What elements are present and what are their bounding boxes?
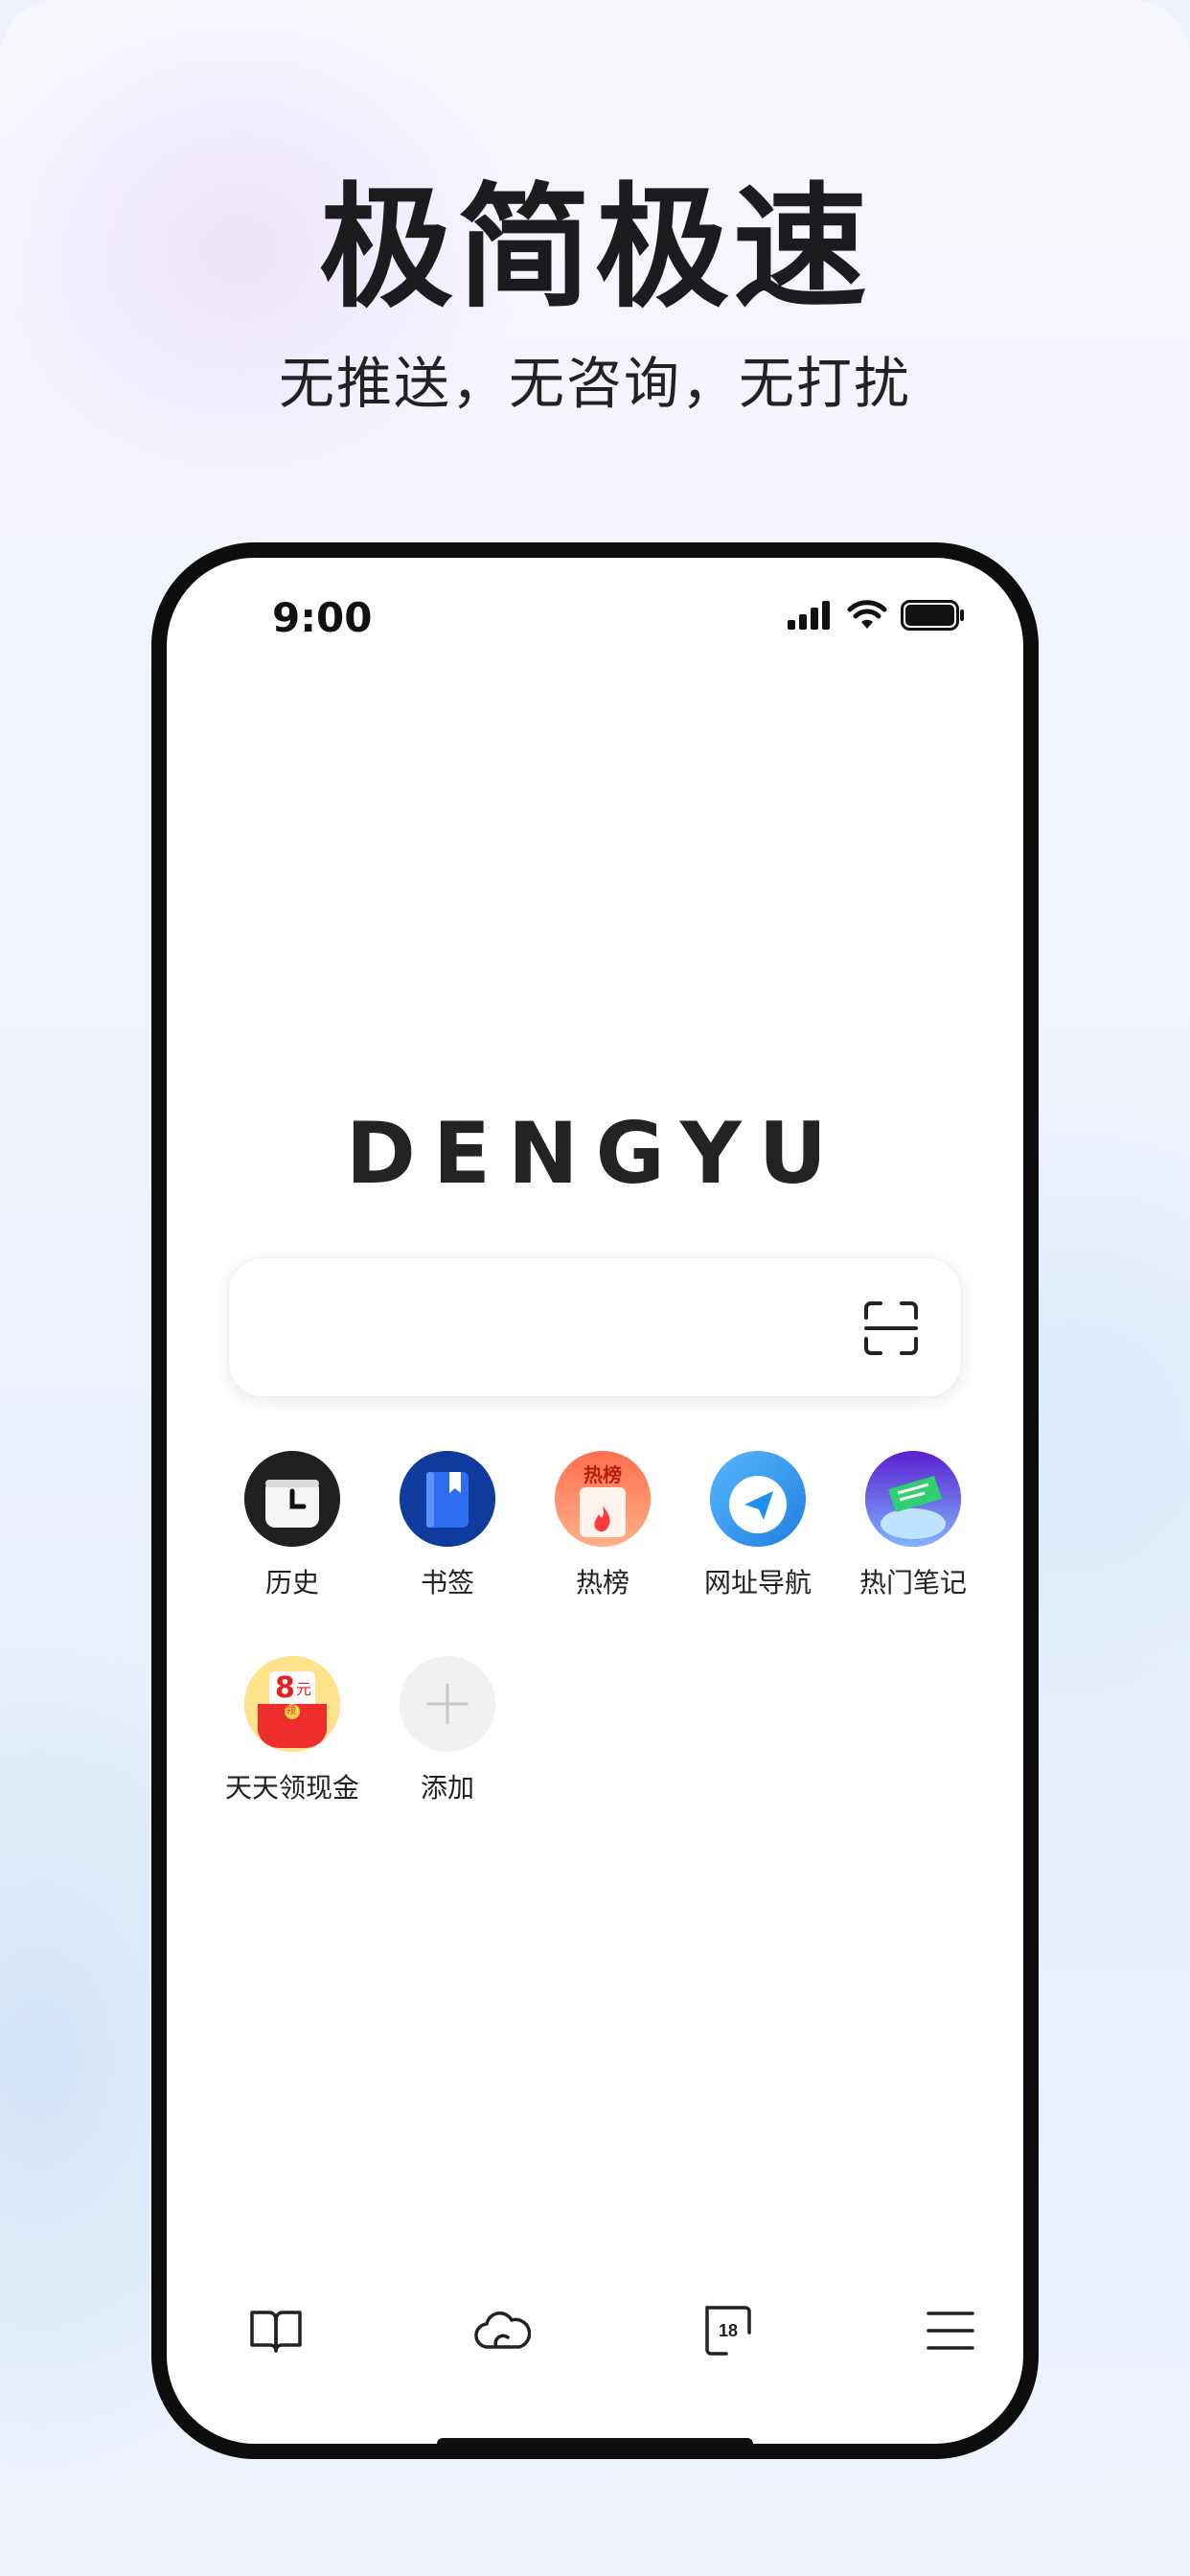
hot-badge-text: 热榜 [584, 1463, 622, 1486]
scan-icon[interactable] [863, 1300, 919, 1356]
shortcut-label: 热榜 [575, 1567, 629, 1598]
status-icons [788, 600, 966, 634]
shortcut-label: 天天领现金 [224, 1772, 359, 1804]
app-store-screenshot: 极简极速 无推送，无咨询，无打扰 9:00 DENGYU 历史 书签 热榜 热榜… [0, 0, 1190, 2576]
cloud-icon[interactable] [464, 2292, 540, 2369]
search-input[interactable] [228, 1257, 962, 1397]
cash-tag: 领 [286, 1704, 296, 1716]
navigation-arrow-icon [710, 1451, 806, 1547]
menu-icon[interactable] [912, 2292, 989, 2369]
wifi-icon [847, 600, 887, 634]
tab-count: 18 [719, 2321, 739, 2340]
battery-icon [901, 600, 966, 634]
shortcut-web-navigation[interactable]: 网址导航 [680, 1451, 835, 1602]
status-time: 9:00 [272, 594, 373, 641]
phone-frame: 9:00 DENGYU 历史 书签 热榜 热榜 网址导航 热门笔记 8 元 领 … [151, 542, 1039, 2459]
shortcut-label: 添加 [420, 1772, 474, 1804]
shortcut-label: 书签 [420, 1567, 474, 1598]
shortcut-daily-cash[interactable]: 8 元 领 天天领现金 [215, 1656, 370, 1807]
clock-icon [244, 1451, 340, 1547]
notes-icon [865, 1451, 961, 1547]
hot-list-icon: 热榜 [555, 1451, 651, 1547]
shortcut-label: 网址导航 [703, 1567, 812, 1598]
shortcut-add[interactable]: 添加 [370, 1656, 525, 1807]
hero-title: 极简极速 [318, 171, 871, 327]
shortcut-bookmarks[interactable]: 书签 [370, 1451, 525, 1602]
cash-envelope-icon: 8 元 领 [244, 1656, 340, 1752]
book-icon[interactable] [238, 2292, 314, 2369]
shortcut-label: 热门笔记 [858, 1567, 967, 1598]
shortcut-history[interactable]: 历史 [215, 1451, 370, 1602]
hero-subtitle: 无推送，无咨询，无打扰 [278, 351, 911, 416]
tabs-icon[interactable]: 18 [690, 2292, 767, 2369]
home-indicator[interactable] [437, 2438, 753, 2444]
cash-unit: 元 [296, 1680, 312, 1698]
shortcut-label: 历史 [264, 1567, 319, 1598]
bookmark-book-icon [400, 1451, 495, 1547]
signal-icon [788, 601, 834, 633]
bottom-nav-bar: 18 [167, 2292, 1023, 2369]
cash-amount: 8 [275, 1671, 295, 1705]
shortcut-hot-notes[interactable]: 热门笔记 [835, 1451, 991, 1602]
shortcut-hot-list[interactable]: 热榜 热榜 [525, 1451, 680, 1602]
dengyu-logo: DENGYU [345, 1104, 845, 1203]
add-icon [400, 1656, 495, 1752]
